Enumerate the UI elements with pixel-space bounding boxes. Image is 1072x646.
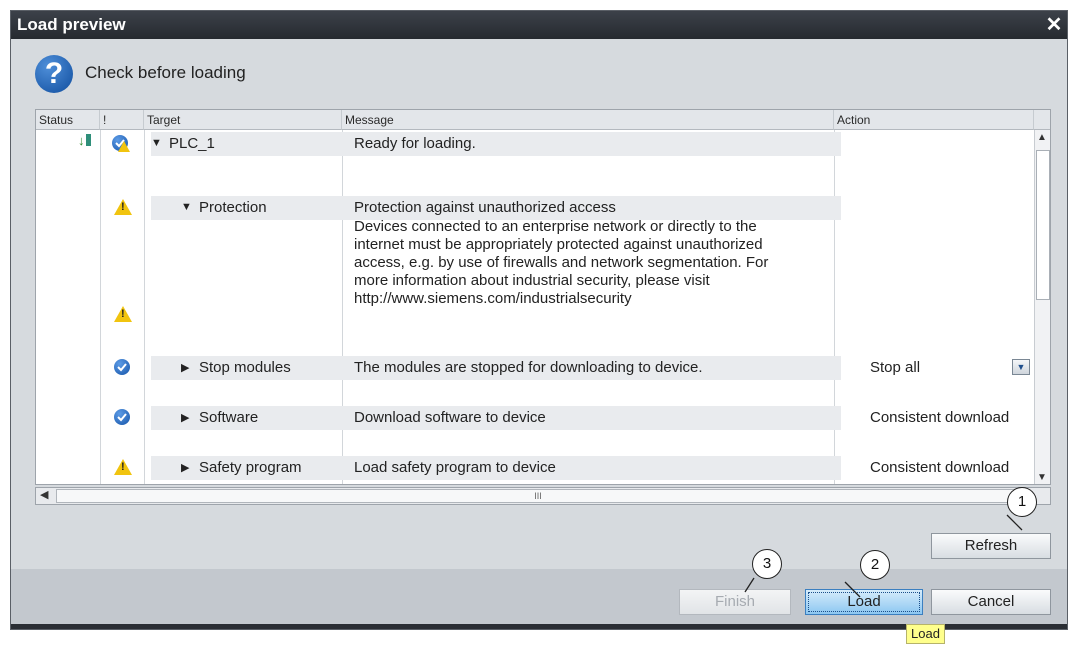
callout-1: 1 bbox=[1007, 487, 1037, 517]
callout-leaders bbox=[744, 514, 1023, 598]
callout-3: 3 bbox=[752, 549, 782, 579]
callout-2: 2 bbox=[860, 550, 890, 580]
